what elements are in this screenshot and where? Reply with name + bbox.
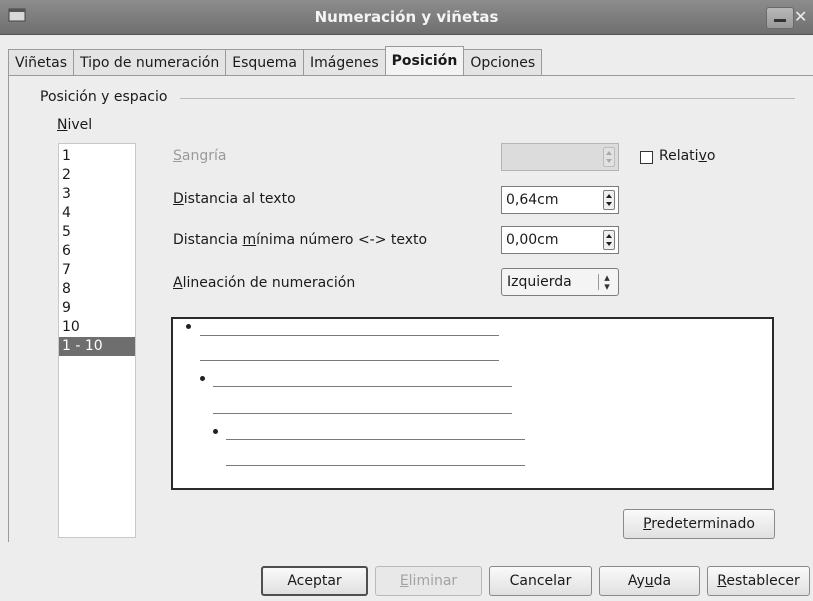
level-label: Nivel bbox=[57, 117, 93, 133]
indent-spinbox bbox=[501, 143, 619, 171]
tab-opciones[interactable]: Opciones bbox=[463, 49, 543, 75]
list-item[interactable]: 5 bbox=[59, 223, 135, 242]
alignment-select[interactable]: Izquierda ▴ ▾ bbox=[501, 268, 619, 296]
min-distance-value[interactable]: 0,00cm bbox=[506, 232, 559, 248]
section-divider bbox=[180, 98, 795, 99]
preview-line bbox=[226, 465, 525, 466]
preview-line bbox=[200, 335, 499, 336]
preview-line bbox=[200, 360, 499, 361]
relative-label: Relativo bbox=[659, 148, 716, 164]
list-item[interactable]: 1 bbox=[59, 147, 135, 166]
list-item[interactable]: 3 bbox=[59, 185, 135, 204]
indent-label: Sangría bbox=[173, 148, 227, 164]
tab-vinetas[interactable]: Viñetas bbox=[8, 49, 75, 75]
min-distance-label: Distancia mínima número <-> texto bbox=[173, 232, 428, 248]
bullet-icon bbox=[213, 429, 218, 434]
list-item[interactable]: 6 bbox=[59, 242, 135, 261]
bullet-icon bbox=[200, 376, 205, 381]
list-item[interactable]: 9 bbox=[59, 299, 135, 318]
tab-imagenes[interactable]: Imágenes bbox=[302, 49, 386, 75]
close-icon[interactable]: ✕ bbox=[794, 7, 813, 27]
updown-icon: ▴ ▾ bbox=[604, 271, 610, 293]
alignment-label: Alineación de numeración bbox=[173, 275, 356, 291]
list-item[interactable]: 10 bbox=[59, 318, 135, 337]
distance-label: Distancia al texto bbox=[173, 191, 296, 207]
tab-esquema[interactable]: Esquema bbox=[225, 49, 304, 75]
accept-button[interactable]: Aceptar bbox=[261, 566, 368, 596]
list-item[interactable]: 7 bbox=[59, 261, 135, 280]
window-title: Numeración y viñetas bbox=[314, 8, 499, 26]
reset-button[interactable]: Restablecer bbox=[707, 566, 810, 596]
delete-button: Eliminar bbox=[375, 566, 482, 596]
section-title: Posición y espacio bbox=[40, 89, 168, 105]
preview-line bbox=[213, 386, 512, 387]
bullet-icon bbox=[186, 324, 191, 329]
level-list[interactable]: 1 2 3 4 5 6 7 8 9 10 1 - 10 bbox=[58, 143, 136, 538]
cancel-button[interactable]: Cancelar bbox=[489, 566, 592, 596]
list-item[interactable]: 4 bbox=[59, 204, 135, 223]
list-item[interactable]: 2 bbox=[59, 166, 135, 185]
spin-arrows-icon bbox=[603, 147, 615, 167]
default-button[interactable]: Predeterminado bbox=[623, 509, 775, 539]
alignment-value: Izquierda bbox=[507, 274, 572, 290]
list-item-selected[interactable]: 1 - 10 bbox=[59, 337, 135, 356]
dialog-window: Numeración y viñetas ✕ Viñetas Tipo de n… bbox=[0, 0, 813, 601]
relative-checkbox[interactable] bbox=[640, 151, 653, 164]
tab-posicion[interactable]: Posición bbox=[384, 46, 465, 76]
title-bar[interactable]: Numeración y viñetas ✕ bbox=[0, 0, 813, 35]
preview-line bbox=[213, 413, 512, 414]
preview-line bbox=[226, 439, 525, 440]
min-distance-spinbox[interactable]: 0,00cm bbox=[501, 226, 619, 254]
minimize-icon bbox=[774, 19, 786, 22]
tab-bar: Viñetas Tipo de numeración Esquema Imáge… bbox=[8, 46, 543, 76]
help-button[interactable]: Ayuda bbox=[599, 566, 700, 596]
distance-spinbox[interactable]: 0,64cm bbox=[501, 186, 619, 214]
distance-value[interactable]: 0,64cm bbox=[506, 192, 559, 208]
spin-arrows-icon[interactable] bbox=[603, 230, 615, 250]
tab-tipo-de-numeracion[interactable]: Tipo de numeración bbox=[73, 49, 227, 75]
numbering-preview bbox=[171, 317, 774, 490]
spin-arrows-icon[interactable] bbox=[603, 190, 615, 210]
minimize-button[interactable] bbox=[766, 7, 794, 29]
list-item[interactable]: 8 bbox=[59, 280, 135, 299]
